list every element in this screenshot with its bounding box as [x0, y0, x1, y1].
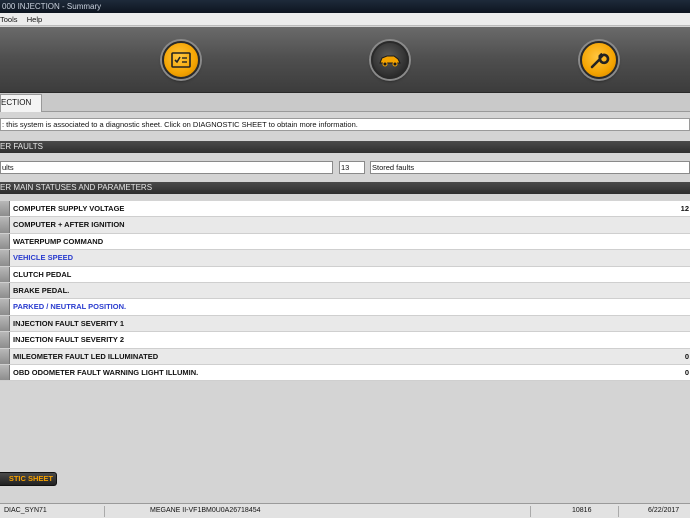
status-bar: DIAC_SYN71 MEGANE II-VF1BM0U0A26718454 1…: [0, 503, 690, 518]
menu-help[interactable]: Help: [27, 15, 42, 24]
vehicle-button[interactable]: [371, 41, 409, 79]
row-handle[interactable]: [0, 348, 10, 364]
tab-strip: ECTION: [0, 93, 690, 112]
param-row[interactable]: OBD ODOMETER FAULT WARNING LIGHT ILLUMIN…: [0, 364, 690, 382]
status-code: 10816: [572, 507, 592, 514]
param-row[interactable]: PARKED / NEUTRAL POSITION.: [0, 299, 690, 316]
row-handle[interactable]: [0, 364, 10, 381]
param-value: 0: [684, 367, 689, 377]
param-label: PARKED / NEUTRAL POSITION.: [13, 302, 127, 312]
param-label: WATERPUMP COMMAND: [13, 236, 104, 246]
param-label: MILEOMETER FAULT LED ILLUMINATED: [13, 351, 159, 361]
param-label: CLUTCH PEDAL: [13, 269, 72, 279]
param-label: COMPUTER + AFTER IGNITION: [13, 220, 125, 230]
row-handle[interactable]: [0, 282, 10, 299]
param-row[interactable]: INJECTION FAULT SEVERITY 2: [0, 332, 690, 349]
diagnostic-sheet-button[interactable]: STIC SHEET: [0, 472, 57, 486]
row-handle[interactable]: [0, 299, 10, 315]
toolbar: [0, 27, 690, 93]
window-title: 000 INJECTION - Summary: [0, 0, 690, 13]
param-label: COMPUTER SUPPLY VOLTAGE: [13, 204, 125, 213]
param-label: VEHICLE SPEED: [13, 253, 74, 263]
param-row[interactable]: MILEOMETER FAULT LED ILLUMINATED 0: [0, 348, 690, 365]
row-handle[interactable]: [0, 315, 10, 332]
param-value: 12: [680, 204, 689, 213]
row-handle[interactable]: [0, 233, 10, 250]
param-row[interactable]: VEHICLE SPEED: [0, 250, 690, 267]
status-session: DIAC_SYN71: [4, 507, 47, 514]
car-icon: [379, 55, 401, 67]
param-row[interactable]: WATERPUMP COMMAND: [0, 233, 690, 251]
param-row[interactable]: CLUTCH PEDAL: [0, 266, 690, 283]
summary-button[interactable]: [162, 41, 200, 79]
param-label: INJECTION FAULT SEVERITY 2: [13, 335, 124, 345]
row-handle[interactable]: [0, 250, 10, 266]
faults-section-header: ER FAULTS: [0, 141, 690, 153]
faults-field[interactable]: ults: [0, 161, 333, 174]
param-label: BRAKE PEDAL.: [13, 285, 70, 295]
tools-button[interactable]: [580, 41, 618, 79]
faults-bar: ults 13 Stored faults: [0, 161, 690, 175]
params-section-header: ER MAIN STATUSES AND PARAMETERS: [0, 182, 690, 194]
param-label: INJECTION FAULT SEVERITY 1: [13, 318, 124, 328]
param-label: OBD ODOMETER FAULT WARNING LIGHT ILLUMIN…: [13, 367, 199, 377]
row-handle[interactable]: [0, 266, 10, 282]
faults-count: 13: [339, 161, 365, 174]
param-row[interactable]: COMPUTER SUPPLY VOLTAGE 12: [0, 201, 690, 218]
menu-tools[interactable]: Tools: [0, 15, 18, 24]
param-row[interactable]: INJECTION FAULT SEVERITY 1: [0, 315, 690, 333]
wrench-icon: [590, 52, 610, 69]
info-message: : this system is associated to a diagnos…: [0, 118, 690, 131]
menu-bar: Tools Help: [0, 13, 690, 26]
row-handle[interactable]: [0, 217, 10, 233]
param-row[interactable]: BRAKE PEDAL.: [0, 282, 690, 300]
tab-injection[interactable]: ECTION: [0, 94, 42, 112]
checklist-icon: [171, 52, 191, 68]
param-value: 0: [684, 351, 689, 361]
status-date: 6/22/2017: [648, 507, 680, 514]
param-row[interactable]: COMPUTER + AFTER IGNITION: [0, 217, 690, 234]
params-list: COMPUTER SUPPLY VOLTAGE 12 COMPUTER + AFTE…: [0, 201, 690, 382]
faults-filter-select[interactable]: Stored faults: [370, 161, 690, 174]
row-handle[interactable]: [0, 332, 10, 348]
row-handle[interactable]: [0, 201, 10, 217]
status-vehicle: MEGANE II-VF1BM0U0A26718454: [150, 507, 261, 514]
